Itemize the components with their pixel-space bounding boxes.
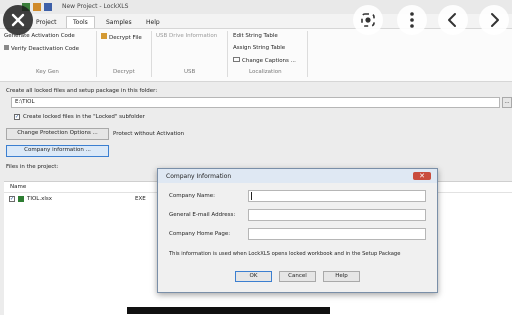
lens-icon[interactable] <box>353 5 383 35</box>
homepage-input[interactable] <box>248 228 426 240</box>
help-button[interactable]: Help <box>323 271 360 282</box>
excel-file-icon <box>18 196 24 202</box>
table-row[interactable]: ✓ TIOL.xlsx EXE <box>6 195 156 204</box>
homepage-label: Company Home Page: <box>169 231 231 237</box>
change-captions-button[interactable]: Change Captions ... <box>233 57 296 64</box>
file-type: EXE <box>135 196 146 202</box>
bottom-banner-image <box>127 307 330 314</box>
company-information-button[interactable]: Company information ... <box>6 145 109 157</box>
protect-mode-text: Protect without Activation <box>113 131 185 137</box>
verify-label: Verify Deactivation Code <box>11 46 80 52</box>
cancel-button[interactable]: Cancel <box>279 271 316 282</box>
folder-label: Create all locked files and setup packag… <box>6 88 158 94</box>
company-information-dialog: Company Information ✕ Company Name: Gene… <box>157 168 438 293</box>
email-input[interactable] <box>248 209 426 221</box>
company-name-input[interactable] <box>248 190 426 202</box>
text-cursor <box>251 192 252 200</box>
window-title: New Project - LockXLS <box>62 3 129 10</box>
ribbon-tabs: Project Tools Samples Help <box>0 14 512 28</box>
group-keygen: Key Gen <box>36 69 59 75</box>
decrypt-icon <box>101 33 107 39</box>
folder-icon[interactable] <box>33 3 41 11</box>
subfolder-checkbox[interactable]: ✓ <box>14 114 20 120</box>
change-captions-label: Change Captions ... <box>242 58 296 64</box>
ribbon-separator <box>96 31 97 77</box>
usb-drive-info-button[interactable]: USB Drive Information <box>156 33 217 39</box>
key-icon <box>4 45 9 50</box>
title-bar: New Project - LockXLS <box>0 0 512 14</box>
file-name: TIOL.xlsx <box>27 196 53 202</box>
decrypt-label: Decrypt File <box>109 35 142 41</box>
save-icon[interactable] <box>44 3 52 11</box>
company-name-label: Company Name: <box>169 193 215 199</box>
assign-string-table-button[interactable]: Assign String Table <box>233 45 285 51</box>
group-decrypt: Decrypt <box>113 69 135 75</box>
dialog-title: Company Information <box>166 173 232 180</box>
ribbon-separator <box>227 31 228 77</box>
ribbon: Generate Activation Code Verify Deactiva… <box>0 28 512 82</box>
verify-deactivation-code-button[interactable]: Verify Deactivation Code <box>4 45 79 52</box>
group-localization: Localization <box>249 69 282 75</box>
ribbon-separator <box>151 31 152 77</box>
subfolder-label: Create locked files in the "Locked" subf… <box>23 114 145 120</box>
decrypt-file-button[interactable]: Decrypt File <box>101 33 142 41</box>
edit-string-table-button[interactable]: Edit String Table <box>233 33 278 39</box>
close-icon[interactable]: ✕ <box>413 172 431 180</box>
files-label: Files in the project: <box>6 164 59 170</box>
group-usb: USB <box>184 69 196 75</box>
file-checkbox[interactable]: ✓ <box>9 196 15 202</box>
tab-project[interactable]: Project <box>30 17 63 28</box>
ribbon-separator <box>307 31 308 77</box>
dialog-info-text: This information is used when LockXLS op… <box>169 251 401 257</box>
tab-help[interactable]: Help <box>140 17 166 28</box>
ok-button[interactable]: OK <box>235 271 272 282</box>
folder-input[interactable]: E:\TIOL <box>11 97 500 108</box>
tab-samples[interactable]: Samples <box>100 17 138 28</box>
browse-button[interactable]: ... <box>502 97 512 108</box>
change-protection-button[interactable]: Change Protection Options ... <box>6 128 109 140</box>
tab-tools[interactable]: Tools <box>66 16 95 28</box>
back-icon[interactable] <box>438 5 468 35</box>
email-label: General E-mail Address: <box>169 212 236 218</box>
column-name-header[interactable]: Name <box>10 184 26 190</box>
more-icon[interactable] <box>397 5 427 35</box>
close-icon[interactable] <box>3 5 33 35</box>
forward-icon[interactable] <box>479 5 509 35</box>
captions-icon <box>233 57 240 62</box>
